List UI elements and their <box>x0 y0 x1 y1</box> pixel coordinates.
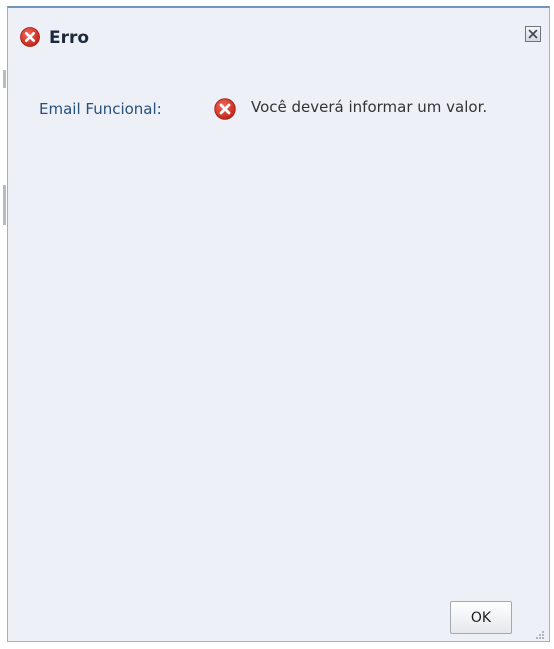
error-message: Você deverá informar um valor. <box>251 98 488 116</box>
dialog-title: Erro <box>49 28 90 48</box>
close-icon <box>528 29 538 39</box>
edge-mark <box>3 185 6 225</box>
ok-button[interactable]: OK <box>450 601 512 634</box>
dialog-titlebar[interactable]: Erro <box>8 8 549 64</box>
error-dialog: Erro Email Funcional: Você deverá inform… <box>7 6 550 642</box>
close-button[interactable] <box>525 26 541 42</box>
error-icon <box>214 98 236 120</box>
window-left-edge <box>0 0 7 649</box>
resize-grip-icon[interactable] <box>533 625 545 639</box>
field-label: Email Funcional: <box>39 100 162 118</box>
error-icon <box>20 27 40 47</box>
edge-mark <box>3 70 6 88</box>
